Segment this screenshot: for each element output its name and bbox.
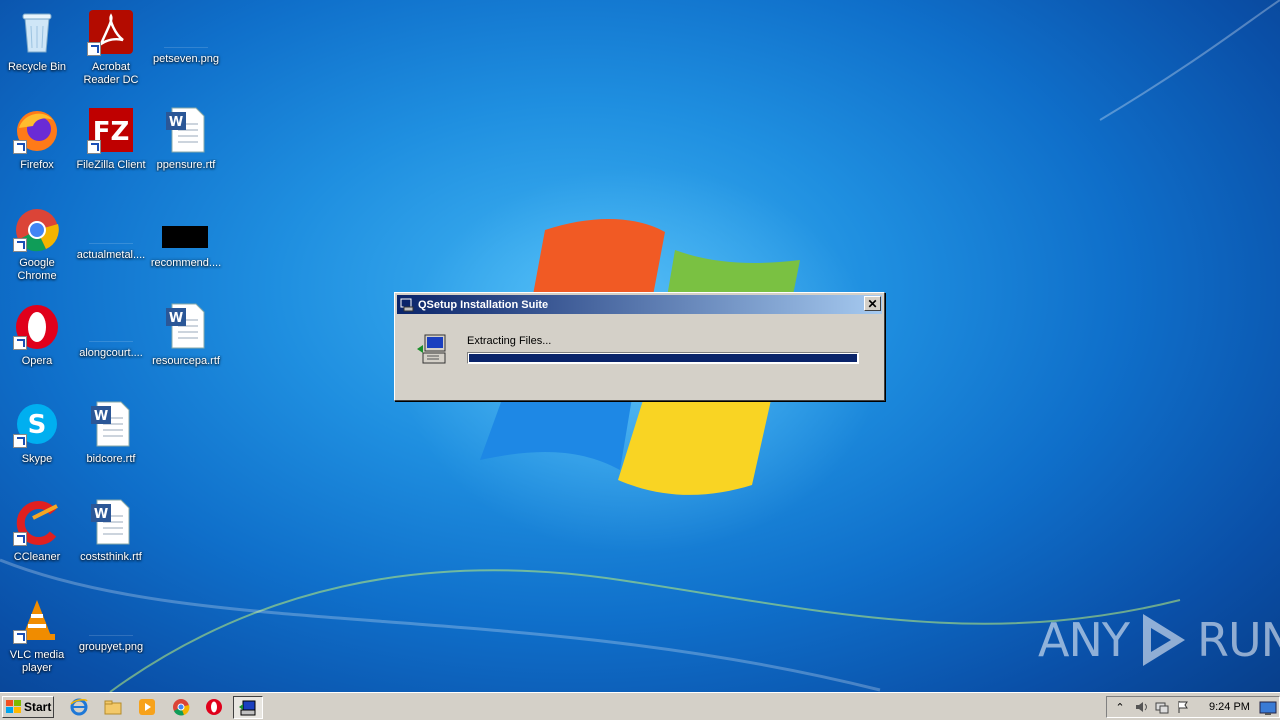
- desktop-icon-label: Google Chrome: [17, 257, 57, 282]
- desktop-icon-label: FileZilla Client: [76, 159, 146, 171]
- show-desktop-icon[interactable]: [1259, 700, 1277, 716]
- windows-logo-icon: [6, 700, 21, 713]
- desktop-icon-label: Skype: [21, 453, 53, 465]
- svg-text:W: W: [169, 115, 183, 130]
- qsetup-icon: [400, 298, 414, 311]
- play-triangle-icon: [1142, 614, 1185, 666]
- anyrun-watermark: ANY RUN: [1038, 610, 1280, 670]
- clock[interactable]: 9:24 PM: [1209, 701, 1250, 713]
- desktop-icon-coststhink[interactable]: W coststhink.rtf: [74, 494, 148, 580]
- word-document-icon: W: [87, 498, 135, 546]
- image-thumbnail-icon: [162, 204, 210, 252]
- acrobat-icon: [87, 8, 135, 56]
- desktop-icon-label: Recycle Bin: [7, 61, 67, 73]
- desktop-icon-label: resourcepa.rtf: [152, 355, 220, 367]
- desktop-icon-resourcepa[interactable]: W resourcepa.rtf: [149, 298, 223, 384]
- volume-icon[interactable]: [1133, 699, 1149, 715]
- svg-text:W: W: [169, 311, 183, 326]
- shortcut-arrow-icon: [13, 532, 27, 546]
- status-text: Extracting Files...: [467, 335, 552, 347]
- desktop-icon-firefox[interactable]: Firefox: [0, 102, 74, 188]
- taskbar: Start ⌃ 9:24 PM: [0, 692, 1280, 720]
- recycle-bin-icon: [13, 8, 61, 56]
- start-button[interactable]: Start: [2, 696, 54, 718]
- desktop-icon-label: ppensure.rtf: [156, 159, 216, 171]
- progress-bar: [467, 352, 859, 364]
- desktop-icon-label: Acrobat Reader DC: [83, 61, 139, 86]
- watermark-left-text: ANY: [1038, 613, 1130, 667]
- vlc-icon: [13, 596, 61, 644]
- watermark-right-text: RUN: [1196, 613, 1280, 667]
- shortcut-arrow-icon: [13, 630, 27, 644]
- desktop-icon-ppensure[interactable]: W ppensure.rtf: [149, 102, 223, 188]
- media-player-icon[interactable]: [137, 697, 157, 717]
- chevron-up-icon[interactable]: ⌃: [1112, 699, 1128, 715]
- desktop-icon-bidcore[interactable]: W bidcore.rtf: [74, 396, 148, 482]
- qsetup-dialog[interactable]: QSetup Installation Suite ✕ Extracting F…: [394, 292, 885, 401]
- svg-text:W: W: [94, 507, 108, 522]
- chrome-icon: [13, 204, 61, 252]
- word-document-icon: W: [162, 106, 210, 154]
- desktop-icon-label: CCleaner: [13, 551, 61, 563]
- desktop-icon-label: petseven.png: [152, 53, 220, 65]
- desktop-icon-label: VLC media player: [9, 649, 65, 674]
- desktop-icon-label: alongcourt....: [79, 347, 143, 359]
- action-center-flag-icon[interactable]: [1175, 699, 1191, 715]
- desktop-icon-groupyet[interactable]: groupyet.png: [74, 592, 148, 678]
- desktop-icon-recommend[interactable]: recommend....: [149, 200, 223, 286]
- opera-icon[interactable]: [204, 697, 224, 717]
- dialog-title-bar[interactable]: QSetup Installation Suite: [397, 295, 882, 314]
- skype-icon: S: [13, 400, 61, 448]
- filezilla-icon: FZ: [87, 106, 135, 154]
- desktop-icon-petseven[interactable]: petseven.png: [149, 4, 223, 90]
- opera-icon: [13, 302, 61, 350]
- desktop-icon-label: recommend....: [150, 257, 222, 269]
- ie-icon[interactable]: [69, 697, 89, 717]
- shortcut-arrow-icon: [13, 140, 27, 154]
- progress-fill: [469, 354, 857, 362]
- desktop-icon-label: Opera: [21, 355, 53, 367]
- desktop-icon-label: groupyet.png: [78, 641, 144, 653]
- dialog-title: QSetup Installation Suite: [418, 298, 549, 311]
- desktop-icon-label: actualmetal....: [76, 249, 146, 261]
- qsetup-icon: [239, 700, 256, 715]
- desktop-icon-chrome[interactable]: Google Chrome: [0, 200, 74, 286]
- explorer-icon[interactable]: [103, 697, 123, 717]
- image-file-icon: [164, 28, 208, 48]
- desktop-icon-label: bidcore.rtf: [86, 453, 136, 465]
- file-icon: [89, 322, 133, 342]
- network-icon[interactable]: [1154, 699, 1170, 715]
- file-icon: [89, 224, 133, 244]
- shortcut-arrow-icon: [87, 140, 101, 154]
- shortcut-arrow-icon: [13, 336, 27, 350]
- taskbar-qsetup-button[interactable]: [233, 696, 263, 719]
- desktop-icon-recycle-bin[interactable]: Recycle Bin: [0, 4, 74, 90]
- word-document-icon: W: [162, 302, 210, 350]
- start-label: Start: [24, 700, 52, 714]
- system-tray: ⌃ 9:24 PM: [1106, 696, 1280, 718]
- firefox-icon: [13, 106, 61, 154]
- shortcut-arrow-icon: [13, 434, 27, 448]
- shortcut-arrow-icon: [13, 238, 27, 252]
- chrome-icon[interactable]: [171, 697, 191, 717]
- svg-text:S: S: [28, 410, 47, 440]
- desktop-icon-ccleaner[interactable]: CCleaner: [0, 494, 74, 580]
- desktop-icon-alongcourt[interactable]: alongcourt....: [74, 298, 148, 384]
- image-file-icon: [89, 616, 133, 636]
- desktop-icon-acrobat-reader[interactable]: Acrobat Reader DC: [74, 4, 148, 90]
- ccleaner-icon: [13, 498, 61, 546]
- desktop-icon-vlc[interactable]: VLC media player: [0, 592, 74, 678]
- desktop-icon-filezilla[interactable]: FZ FileZilla Client: [74, 102, 148, 188]
- installer-computer-icon: [417, 334, 446, 364]
- desktop-icon-opera[interactable]: Opera: [0, 298, 74, 384]
- desktop-icon-skype[interactable]: S Skype: [0, 396, 74, 482]
- svg-text:W: W: [94, 409, 108, 424]
- desktop-icon-actualmetal[interactable]: actualmetal....: [74, 200, 148, 286]
- desktop-icon-label: Firefox: [20, 159, 54, 171]
- word-document-icon: W: [87, 400, 135, 448]
- close-icon: ✕: [867, 296, 878, 311]
- close-button[interactable]: ✕: [864, 296, 881, 311]
- shortcut-arrow-icon: [87, 42, 101, 56]
- desktop-icon-label: coststhink.rtf: [80, 551, 142, 563]
